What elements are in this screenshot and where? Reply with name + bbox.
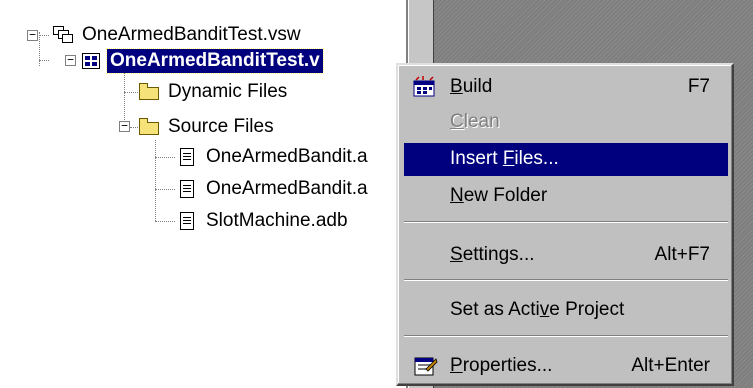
folder-icon <box>138 117 160 137</box>
collapse-project-toggle[interactable]: − <box>65 54 76 66</box>
menu-item-shortcut: Alt+F7 <box>654 244 710 265</box>
workspace-tree-pane[interactable]: − − − OneArmedBanditTest.vsw OneArmedBan… <box>0 0 408 388</box>
tree-node-label: OneArmedBandit.a <box>206 178 368 199</box>
properties-icon <box>412 355 438 377</box>
tree-node-label: SlotMachine.adb <box>206 210 348 231</box>
tree-node-workspace[interactable]: OneArmedBanditTest.vsw <box>52 22 304 48</box>
document-icon <box>176 179 198 199</box>
folder-icon <box>138 82 160 102</box>
menu-item-label: Clean <box>450 111 500 132</box>
menu-item-label: New Folder <box>450 185 548 206</box>
menu-item-label: Set as Active Project <box>450 299 625 320</box>
tree-node-file[interactable]: SlotMachine.adb <box>176 208 351 234</box>
tree-node-project[interactable]: OneArmedBanditTest.v <box>80 48 324 74</box>
tree-node-dynamic-files[interactable]: Dynamic Files <box>138 79 290 105</box>
menu-item-label: Settings... <box>450 244 535 265</box>
tree-node-label: OneArmedBandit.a <box>206 146 368 167</box>
menu-separator <box>404 221 728 223</box>
tree-connector <box>155 189 175 190</box>
tree-node-file[interactable]: OneArmedBandit.a <box>176 144 371 170</box>
collapse-source-files-toggle[interactable]: − <box>119 120 130 132</box>
menu-item-build[interactable]: Build F7 <box>404 71 728 104</box>
tree-node-file[interactable]: OneArmedBandit.a <box>176 176 371 202</box>
menu-item-shortcut: Alt+Enter <box>631 355 710 376</box>
menu-item-label: Properties... <box>450 355 553 376</box>
menu-item-label: Build <box>450 76 493 97</box>
tree-connector <box>39 35 49 36</box>
document-icon <box>176 147 198 167</box>
menu-item-shortcut: F7 <box>687 76 710 97</box>
menu-item-new-folder[interactable]: New Folder <box>404 180 728 213</box>
menu-item-set-active-project[interactable]: Set as Active Project <box>404 294 728 327</box>
document-icon <box>176 211 198 231</box>
tree-connector <box>155 140 156 221</box>
tree-node-source-files[interactable]: Source Files <box>138 114 277 140</box>
menu-item-settings[interactable]: Settings... Alt+F7 <box>404 239 728 272</box>
tree-connector <box>39 60 49 61</box>
tree-connector <box>124 92 138 93</box>
tree-node-label: OneArmedBanditTest.v <box>106 48 324 74</box>
tree-connector <box>130 127 138 128</box>
collapse-workspace-toggle[interactable]: − <box>27 29 38 41</box>
tree-node-label: OneArmedBanditTest.vsw <box>82 24 301 45</box>
menu-item-properties[interactable]: Properties... Alt+Enter <box>404 350 728 383</box>
tree-connector <box>155 221 175 222</box>
tree-connector <box>155 157 175 158</box>
build-icon <box>412 76 438 98</box>
workspace-icon <box>52 25 74 45</box>
tree-node-label: Source Files <box>168 116 274 137</box>
menu-separator <box>404 335 728 337</box>
context-menu: Build F7 Clean Insert Files... New Folde… <box>396 63 734 386</box>
menu-item-insert-files[interactable]: Insert Files... <box>404 143 728 176</box>
menu-item-clean[interactable]: Clean <box>404 106 728 139</box>
tree-node-label: Dynamic Files <box>168 81 288 102</box>
tree-connector <box>124 68 125 126</box>
menu-separator <box>404 279 728 281</box>
menu-item-label: Insert Files... <box>450 148 559 169</box>
project-icon <box>80 51 102 71</box>
